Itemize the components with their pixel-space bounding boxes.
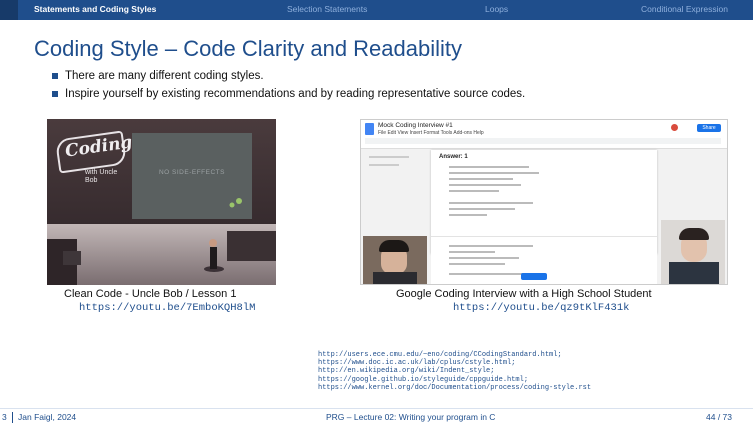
bullet-square-icon (52, 73, 58, 79)
section-marker (0, 0, 18, 20)
docs-menu: File Edit View Insert Format Tools Add-o… (378, 130, 484, 136)
bullet-text: Inspire yourself by existing recommendat… (65, 88, 526, 100)
slide-title: Coding Style – Code Clarity and Readabil… (34, 36, 463, 61)
webcam-interviewer (661, 220, 725, 284)
answer-label: Answer: 1 (439, 154, 468, 160)
reference-link[interactable]: https://google.github.io/styleguide/cppg… (318, 376, 591, 384)
nav-item-statements-coding-styles[interactable]: Statements and Coding Styles (34, 4, 156, 14)
video-thumbnail-uncle-bob[interactable]: Coding with Uncle Bob NO SIDE-EFFECTS (47, 119, 276, 285)
footer: 3 Jan Faigl, 2024 PRG – Lecture 02: Writ… (0, 410, 753, 425)
docs-logo-icon (365, 123, 374, 135)
webcam-student (363, 236, 427, 284)
footer-divider (0, 408, 753, 409)
references-list: http://users.ece.cmu.edu/~eno/coding/CCo… (318, 351, 591, 392)
reference-link[interactable]: https://www.doc.ic.ac.uk/lab/cplus/cstyl… (318, 359, 591, 367)
bullet-item: Inspire yourself by existing recommendat… (52, 85, 525, 103)
nav-item-selection-statements[interactable]: Selection Statements (287, 4, 367, 14)
share-button[interactable]: Share (697, 124, 721, 132)
screen-text: NO SIDE-EFFECTS (158, 169, 225, 176)
top-navigation-bar: Statements and Coding Styles Selection S… (0, 0, 753, 20)
docs-header: Mock Coding Interview #1 File Edit View … (361, 120, 727, 149)
video1-link[interactable]: https://youtu.be/7EmboKQH8lM (79, 302, 255, 314)
screen-share-button[interactable] (521, 273, 547, 280)
footer-separator (12, 412, 13, 423)
nav-item-loops[interactable]: Loops (485, 4, 508, 14)
doc-title: Mock Coding Interview #1 (378, 122, 453, 129)
avatar (671, 124, 678, 131)
reference-link[interactable]: https://www.kernel.org/doc/Documentation… (318, 384, 591, 392)
docs-toolbar (365, 138, 721, 144)
reference-link[interactable]: http://users.ece.cmu.edu/~eno/coding/CCo… (318, 351, 591, 359)
video1-caption: Clean Code - Uncle Bob / Lesson 1 (64, 288, 237, 300)
bullet-square-icon (52, 91, 58, 97)
footer-lecture-title: PRG – Lecture 02: Writing your program i… (326, 412, 496, 422)
bullet-list: There are many different coding styles. … (52, 67, 525, 103)
logo-subtitle: with Uncle Bob (85, 169, 118, 184)
bullet-item: There are many different coding styles. (52, 67, 525, 85)
nav-item-conditional-expression[interactable]: Conditional Expression (641, 4, 728, 14)
footer-slide-number: 3 (2, 412, 7, 422)
video2-link[interactable]: https://youtu.be/qz9tKlF431k (453, 302, 629, 314)
reference-link[interactable]: http://en.wikipedia.org/wiki/Indent_styl… (318, 367, 591, 375)
video-thumbnail-google-interview[interactable]: Mock Coding Interview #1 File Edit View … (360, 119, 728, 285)
footer-author: Jan Faigl, 2024 (18, 412, 77, 422)
bullet-text: There are many different coding styles. (65, 70, 264, 82)
video2-caption: Google Coding Interview with a High Scho… (396, 288, 652, 300)
footer-page-number: 44 / 73 (706, 412, 732, 422)
